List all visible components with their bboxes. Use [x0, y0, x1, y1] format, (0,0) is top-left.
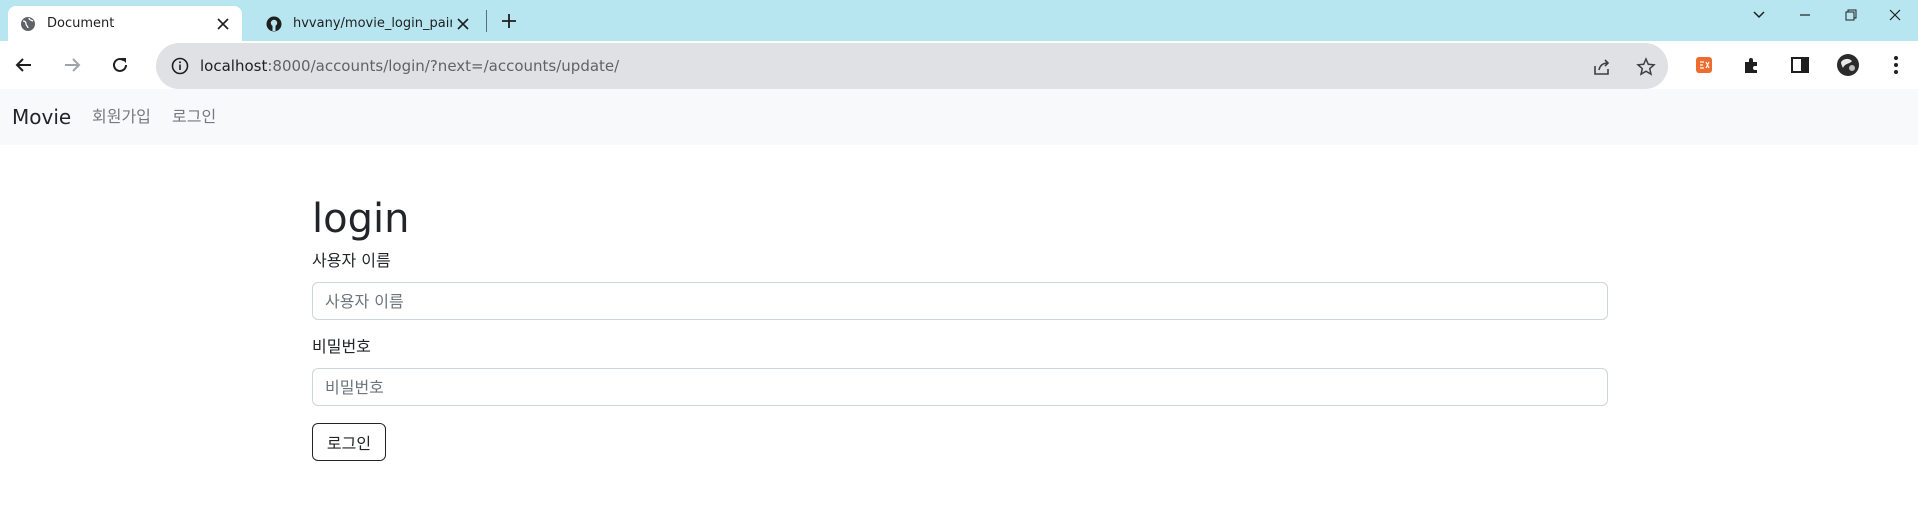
tab-title: Document — [47, 16, 115, 31]
browser-toolbar: localhost:8000/accounts/login/?next=/acc… — [0, 41, 1918, 89]
url-host: localhost — [200, 57, 268, 75]
bookmark-star-icon[interactable] — [1634, 55, 1658, 79]
tab-strip: Document hvvany/movie_login_pair — [0, 0, 1918, 41]
close-window-button[interactable] — [1872, 0, 1918, 30]
tab-search-button[interactable] — [1736, 0, 1782, 30]
nav-link-signup[interactable]: 회원가입 — [92, 89, 151, 145]
username-label: 사용자 이름 — [312, 251, 391, 270]
close-tab-icon[interactable] — [212, 13, 234, 35]
site-info-icon[interactable] — [170, 56, 190, 76]
reload-button[interactable] — [104, 49, 136, 81]
forward-button[interactable] — [56, 49, 88, 81]
tab-document[interactable]: Document — [8, 6, 242, 41]
site-navbar: Movie 회원가입 로그인 — [0, 89, 1918, 145]
share-icon[interactable] — [1590, 55, 1614, 79]
url-text: localhost:8000/accounts/login/?next=/acc… — [200, 43, 619, 89]
tab-title: hvvany/movie_login_pair — [293, 16, 452, 31]
nav-link-login[interactable]: 로그인 — [172, 89, 216, 145]
side-panel-icon[interactable] — [1788, 53, 1812, 77]
login-submit-button[interactable]: 로그인 — [312, 423, 386, 461]
address-bar[interactable]: localhost:8000/accounts/login/?next=/acc… — [156, 43, 1668, 89]
menu-kebab-icon[interactable] — [1884, 53, 1908, 77]
password-label: 비밀번호 — [312, 337, 371, 356]
username-input[interactable] — [312, 282, 1608, 320]
brand-link[interactable]: Movie — [12, 89, 71, 145]
extensions-puzzle-icon[interactable] — [1740, 53, 1764, 77]
back-button[interactable] — [8, 49, 40, 81]
minimize-button[interactable] — [1782, 0, 1828, 30]
github-icon — [266, 16, 282, 32]
globe-icon — [20, 16, 36, 32]
extension-icon[interactable] — [1692, 53, 1716, 77]
password-input[interactable] — [312, 368, 1608, 406]
tab-github[interactable]: hvvany/movie_login_pair — [254, 6, 482, 41]
restore-button[interactable] — [1828, 0, 1874, 30]
new-tab-button[interactable] — [496, 8, 522, 34]
tab-separator — [486, 10, 487, 32]
page-title: login — [312, 196, 410, 242]
profile-avatar[interactable] — [1836, 53, 1860, 77]
url-path: :8000/accounts/login/?next=/accounts/upd… — [267, 57, 620, 75]
close-tab-icon[interactable] — [452, 13, 474, 35]
